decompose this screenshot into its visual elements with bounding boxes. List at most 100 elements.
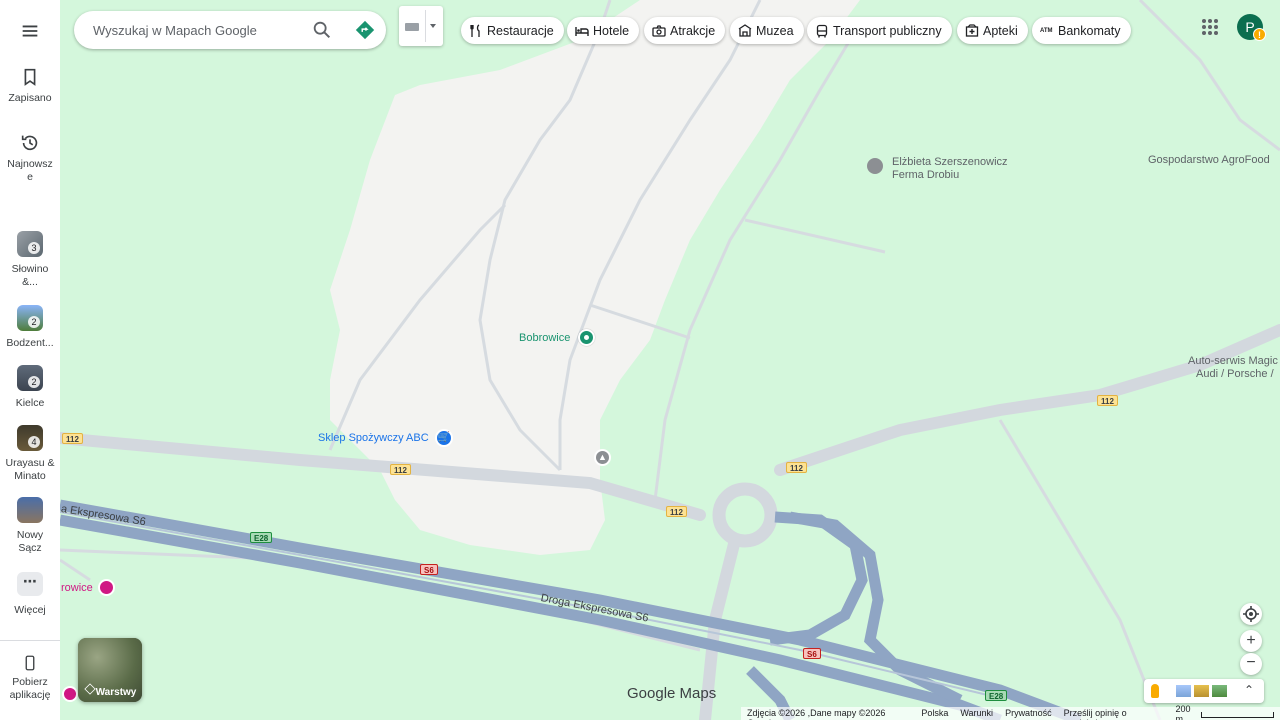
download-app-label: Pobierz aplikację	[9, 676, 51, 701]
place-thumbnail: 2	[17, 305, 43, 331]
privacy-link[interactable]: Prywatność	[1005, 708, 1052, 720]
history-icon	[21, 135, 38, 151]
search-icon[interactable]	[311, 19, 333, 41]
camera-icon	[652, 24, 666, 38]
more-label: Więcej	[14, 604, 46, 616]
place-thumbnail: 4	[17, 425, 43, 451]
road-shield-112: 112	[62, 433, 83, 444]
layers-button[interactable]: Warstwy	[78, 638, 142, 702]
chip-attractions[interactable]: Atrakcje	[644, 17, 726, 44]
road-shield-e28: E28	[250, 532, 273, 543]
hotel-icon[interactable]	[62, 686, 78, 702]
pegman-icon[interactable]	[1151, 684, 1159, 698]
hotel-icon[interactable]	[98, 579, 115, 596]
poi-rowice-label[interactable]: rowice	[61, 582, 93, 594]
google-maps-logo: Google Maps	[627, 685, 717, 702]
recent-item-label: Bodzent...	[6, 337, 54, 349]
village-label[interactable]: Bobrowice	[519, 332, 570, 344]
poi-autoservis-sub: Audi / Porsche /	[1196, 368, 1274, 380]
saved-button[interactable]: Zapisano	[0, 66, 60, 105]
apps-grid-icon[interactable]	[1201, 18, 1219, 36]
recent-item-label: Kielce	[15, 397, 45, 409]
chevron-up-icon[interactable]: ⌃	[1244, 683, 1254, 697]
chip-label: Apteki	[983, 23, 1018, 38]
recent-item[interactable]: Nowy Sącz	[0, 497, 60, 555]
feedback-link[interactable]: Prześlij opinię o produkcie	[1064, 708, 1164, 720]
poi-farm-sub: Ferma Drobiu	[892, 169, 960, 181]
pegman-layers-bar: ⌃	[1144, 679, 1264, 703]
my-location-button[interactable]	[1240, 603, 1262, 625]
recent-item[interactable]: 3 Słowino &...	[0, 231, 60, 289]
poi-farm-icon[interactable]	[867, 158, 883, 174]
hamburger-icon	[22, 25, 38, 37]
recent-item-label: Słowino &...	[11, 263, 49, 288]
keyboard-icon	[405, 23, 419, 31]
chip-label: Bankomaty	[1058, 23, 1121, 38]
warning-badge: !	[1253, 28, 1266, 41]
chevron-down-icon	[430, 24, 436, 28]
crosshair-icon	[1243, 606, 1259, 622]
shop-label[interactable]: Sklep Spożywczy ABC	[318, 432, 429, 444]
menu-button[interactable]	[0, 20, 60, 46]
road-shield-s6: S6	[420, 564, 438, 575]
chip-atms[interactable]: ATM Bankomaty	[1032, 17, 1131, 44]
village-pin-icon[interactable]	[578, 329, 595, 346]
terrain-icon[interactable]	[1176, 685, 1191, 697]
left-rail: Zapisano Najnowsze 3 Słowino &... 2 Bodz…	[0, 0, 60, 720]
attribution-text: Zdjęcia ©2026 ,Dane mapy ©2026 Google	[747, 708, 886, 720]
road-shield-112: 112	[786, 462, 807, 473]
more-dots-icon: ⋯	[17, 572, 43, 596]
place-thumbnail	[17, 497, 43, 523]
monument-icon[interactable]: ▲	[594, 449, 611, 466]
country-link[interactable]: Polska	[921, 708, 948, 720]
fork-knife-icon	[469, 23, 483, 38]
terms-link[interactable]: Warunki	[960, 708, 993, 720]
chip-label: Muzea	[756, 23, 794, 38]
saved-label: Zapisano	[8, 92, 52, 104]
download-app-button[interactable]: Pobierz aplikację	[0, 654, 60, 702]
satellite-layer-icon[interactable]	[1212, 685, 1227, 697]
directions-icon[interactable]	[354, 19, 376, 41]
scale-line	[1201, 712, 1274, 718]
scale-bar[interactable]: 200 m	[1176, 704, 1274, 720]
map-footer: Zdjęcia ©2026 ,Dane mapy ©2026 Google Po…	[741, 704, 1280, 720]
recent-item-label: Nowy Sącz	[16, 529, 44, 554]
road-shield-112: 112	[1097, 395, 1118, 406]
chip-hotels[interactable]: Hotele	[567, 17, 640, 44]
bookmark-icon	[24, 68, 36, 86]
chip-label: Transport publiczny	[833, 23, 942, 38]
more-button[interactable]: ⋯ Więcej	[0, 572, 60, 617]
chip-restaurants[interactable]: Restauracje	[461, 17, 564, 44]
input-tools-button[interactable]	[399, 6, 443, 46]
zoom-out-button[interactable]: −	[1240, 653, 1262, 675]
chip-museums[interactable]: Muzea	[730, 17, 804, 44]
chip-transit[interactable]: Transport publiczny	[807, 17, 952, 44]
chip-label: Hotele	[593, 23, 630, 38]
pharmacy-icon	[965, 23, 979, 38]
poi-autoservis-label[interactable]: Auto-serwis Magic	[1188, 355, 1278, 367]
recent-button[interactable]: Najnowsze	[0, 132, 60, 184]
shopping-cart-icon[interactable]: 🛒	[435, 429, 453, 447]
recent-label: Najnowsze	[7, 158, 53, 183]
recent-item[interactable]: 2 Bodzent...	[0, 305, 60, 350]
layers-label: Warstwy	[95, 687, 137, 698]
recent-item[interactable]: 4 Urayasu & Minato	[0, 425, 60, 483]
recent-item-label: Urayasu & Minato	[5, 457, 55, 482]
bed-icon	[575, 24, 589, 38]
chip-label: Atrakcje	[670, 23, 716, 38]
transit-layer-icon[interactable]	[1194, 685, 1209, 697]
poi-agro-label[interactable]: Gospodarstwo AgroFood	[1148, 154, 1270, 166]
map-canvas[interactable]: Elżbieta Szerszenowicz Ferma Drobiu Gosp…	[60, 0, 1280, 720]
chip-pharmacies[interactable]: Apteki	[957, 17, 1028, 44]
bus-icon	[815, 24, 829, 38]
road-shield-112: 112	[666, 506, 687, 517]
place-thumbnail: 3	[17, 231, 43, 257]
zoom-in-button[interactable]: +	[1240, 630, 1262, 652]
recent-item[interactable]: 2 Kielce	[0, 365, 60, 410]
rail-divider	[0, 640, 60, 641]
road-shield-e28: E28	[985, 690, 1008, 701]
search-input[interactable]	[93, 11, 293, 49]
divider	[425, 10, 426, 42]
chip-label: Restauracje	[487, 23, 554, 38]
poi-farm-name[interactable]: Elżbieta Szerszenowicz	[892, 156, 1008, 168]
